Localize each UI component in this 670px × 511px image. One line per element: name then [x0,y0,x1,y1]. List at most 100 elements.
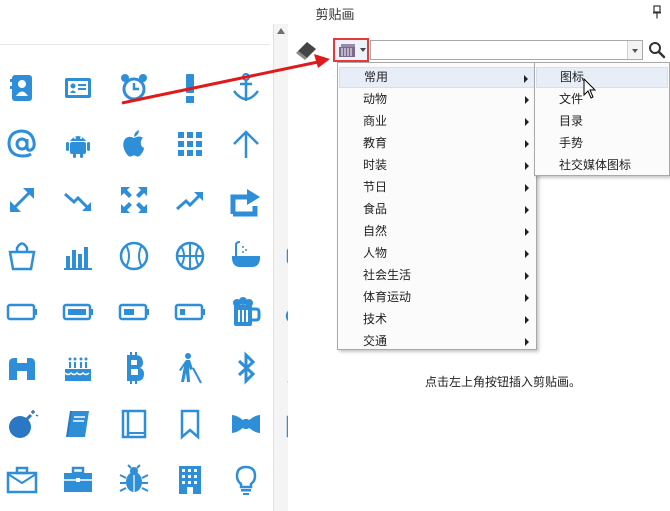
menu-item[interactable]: 目录 [536,111,668,132]
briefcase-outline-icon[interactable] [282,404,288,444]
lightbulb-bright-icon[interactable] [282,460,288,500]
bicycle-icon[interactable] [282,292,288,332]
apple-icon[interactable] [114,124,154,164]
ship-icon[interactable] [282,348,288,388]
battery-charging-icon [286,248,288,264]
title-bar: 剪贴画 [0,0,670,24]
menu-item[interactable]: 商业 [339,111,535,132]
anchor-icon[interactable] [226,68,266,108]
menu-item[interactable]: 社会生活 [339,265,535,286]
menu-item[interactable]: 体育运动 [339,287,535,308]
blind-person-icon [179,353,202,384]
submenu-arrow-icon [525,294,529,302]
menu-item[interactable]: 动物 [339,89,535,110]
grid-dots-icon[interactable] [170,124,210,164]
bug-icon [119,464,149,492]
menu-item-label: 动物 [363,92,388,106]
battery-charging-icon[interactable] [282,236,288,276]
exclamation-icon[interactable] [170,68,210,108]
bookmark-icon[interactable] [170,404,210,444]
submenu-arrow-icon [525,162,529,170]
lightbulb-icon[interactable] [226,460,266,500]
bomb-icon [9,410,39,438]
address-book-icon[interactable] [2,68,42,108]
share-arrow-icon[interactable] [226,180,266,220]
pin-icon[interactable] [652,5,662,19]
clipart-category-button[interactable] [333,38,369,62]
shopping-bag-icon [8,242,36,271]
binoculars-icon[interactable] [2,348,42,388]
bar-chart-icon[interactable] [58,236,98,276]
battery-half-icon[interactable] [114,292,154,332]
building-icon[interactable] [170,460,210,500]
bluetooth-icon[interactable] [226,348,266,388]
blind-person-icon[interactable] [170,348,210,388]
menu-item[interactable]: 手势 [536,133,668,154]
menu-item[interactable]: 交通 [339,331,535,352]
share-arrow-icon [230,189,260,217]
bathtub-icon[interactable] [226,236,266,276]
menu-item[interactable]: 节日 [339,177,535,198]
battery-low-icon[interactable] [170,292,210,332]
trend-up-icon [176,192,203,211]
battery-full-icon[interactable] [58,292,98,332]
trend-up-icon[interactable] [170,180,210,220]
menu-item[interactable]: 食品 [339,199,535,220]
menu-item[interactable]: 文件 [536,89,668,110]
briefcase-icon[interactable] [2,460,42,500]
bow-tie-icon[interactable] [226,404,266,444]
menu-item[interactable]: 教育 [339,133,535,154]
arrows-diagonal-icon[interactable] [2,180,42,220]
bitcoin-icon [127,352,144,384]
menu-item[interactable]: 图标 [536,67,668,88]
baseball-icon[interactable] [114,236,154,276]
menu-item[interactable]: 社交媒体图标 [536,155,668,176]
menu-item-label: 节日 [363,180,388,194]
trend-down-icon[interactable] [58,180,98,220]
combo-dropdown-button[interactable] [627,41,642,59]
eraser-icon[interactable] [294,40,320,62]
compress-icon [285,183,288,217]
contact-card-icon[interactable] [58,68,98,108]
refresh-icon[interactable] [282,124,288,164]
shopping-bag-icon[interactable] [2,236,42,276]
aperture-icon[interactable] [282,68,288,108]
basketball-icon[interactable] [170,236,210,276]
menu-item-label: 常用 [364,70,389,84]
menu-item[interactable]: 自然 [339,221,535,242]
menu-item-label: 人物 [363,246,388,260]
battery-empty-icon[interactable] [2,292,42,332]
menu-item-label: 文件 [559,92,584,106]
menu-item[interactable]: 时装 [339,155,535,176]
briefcase-solid-icon[interactable] [58,460,98,500]
lightbulb-bright-icon [285,463,288,497]
book-icon[interactable] [58,404,98,444]
menu-item-label: 图标 [560,70,585,84]
expand-icon[interactable] [114,180,154,220]
alarm-clock-icon[interactable] [114,68,154,108]
book-outline-icon[interactable] [114,404,154,444]
building-icon [179,466,201,494]
beer-icon[interactable] [226,292,266,332]
menu-item[interactable]: 技术 [339,309,535,330]
at-sign-icon[interactable] [2,124,42,164]
arrow-up-icon[interactable] [226,124,266,164]
menu-item[interactable]: 常用 [339,67,535,88]
bomb-icon[interactable] [2,404,42,444]
birthday-cake-icon[interactable] [58,348,98,388]
bitcoin-icon[interactable] [114,348,154,388]
scroll-up-icon[interactable] [277,28,285,34]
icon-gallery[interactable] [0,24,288,511]
clipart-library-icon [339,44,355,57]
address-book-icon [10,75,32,101]
baseball-icon [119,241,149,271]
menu-item[interactable]: 人物 [339,243,535,264]
search-combo-input[interactable] [370,40,643,60]
search-icon[interactable] [648,41,666,59]
menu-item-label: 社交媒体图标 [559,158,632,172]
menu-item-label: 食品 [363,202,388,216]
android-icon[interactable] [58,124,98,164]
compress-icon[interactable] [282,180,288,220]
beer-icon [233,297,261,326]
bug-icon[interactable] [114,460,154,500]
